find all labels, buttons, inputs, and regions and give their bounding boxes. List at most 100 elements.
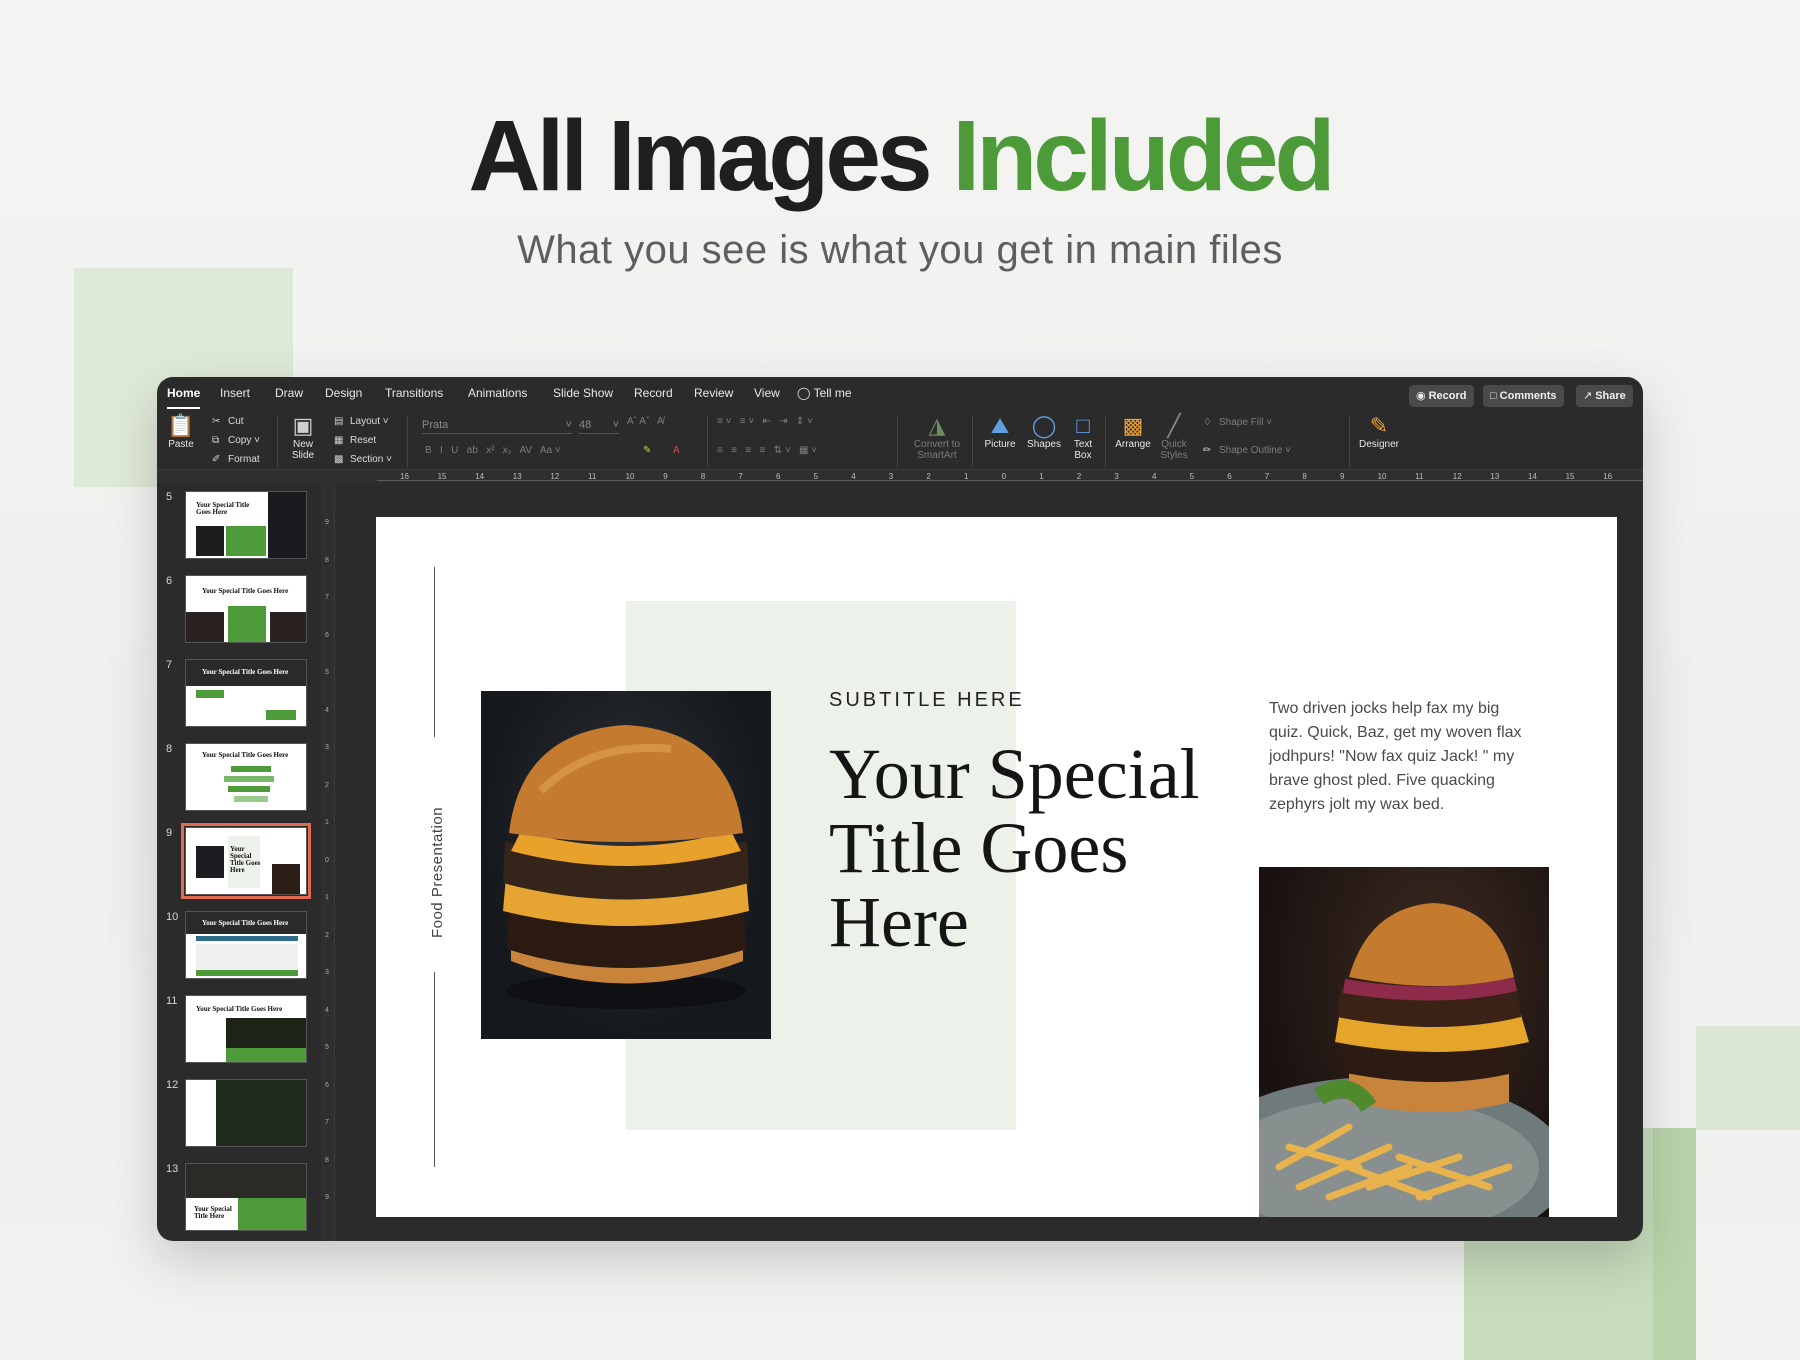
arrange-icon: ▩ (1122, 413, 1144, 438)
shape-fill-button[interactable]: ♢ Shape Fill ˅ (1203, 417, 1272, 428)
tell-me-label: Tell me (813, 386, 852, 400)
burger-photo[interactable] (481, 691, 771, 1039)
ruler-tick-label: 15 (1565, 472, 1575, 481)
ruler-tick-label: 1 (964, 472, 969, 481)
thumb-image (268, 492, 306, 558)
ruler-tick-label: 2 (1076, 472, 1082, 481)
share-icon: ↗ (1583, 390, 1593, 402)
new-slide-label-2: Slide (291, 450, 315, 461)
slide-thumbnail-9[interactable]: Your Special Title Goes Here (181, 823, 311, 899)
shapes-button[interactable]: ◯ Shapes (1023, 413, 1065, 450)
ruler-tick-label: 3 (888, 472, 894, 481)
thumb-number: 10 (166, 911, 179, 923)
record-button[interactable]: ◉ Record (1409, 385, 1474, 407)
cut-button[interactable]: ✂ Cut (212, 416, 244, 427)
ruler-tick-label: 16 (1603, 472, 1613, 481)
shape-outline-button[interactable]: ✏ Shape Outline ˅ (1203, 445, 1291, 456)
tab-record[interactable]: Record (634, 386, 673, 400)
format-painter-button[interactable]: ✐ Format (212, 454, 260, 465)
thumb-block (238, 1198, 306, 1230)
paste-label: Paste (168, 439, 194, 450)
ruler-tick-label: 11 (1415, 472, 1424, 481)
ribbon-divider (897, 415, 898, 467)
slide-thumbnail-12[interactable] (185, 1079, 307, 1147)
ruler-tick-label: 1 (1039, 472, 1044, 481)
thumb-title: Your Special Title Goes Here (196, 501, 250, 516)
ruler-tick-label: 12 (1452, 472, 1462, 481)
slide-thumbnail-5[interactable]: Your Special Title Goes Here (185, 491, 307, 559)
copy-icon: ⧉ (212, 435, 220, 446)
vruler-tick-label: 6 (325, 1081, 329, 1089)
layout-button[interactable]: ▤ Layout ˅ (334, 416, 389, 427)
slide-thumbnail-11[interactable]: Your Special Title Goes Here (185, 995, 307, 1063)
thumb-block (196, 970, 298, 976)
share-button[interactable]: ↗ Share (1576, 385, 1633, 407)
picture-button[interactable]: ⛰ Picture (979, 413, 1021, 450)
active-tab-indicator (167, 407, 200, 409)
vruler-tick-label: 3 (325, 969, 329, 976)
ribbon-divider (407, 415, 408, 467)
alignment-controls[interactable]: ≡ ≡ ≡ ≡ ⇅ ˅ ▦ ˅ (717, 445, 817, 456)
thumb-block (196, 944, 298, 970)
font-size-select[interactable]: 48 ˅ (579, 416, 619, 434)
slide-canvas[interactable]: Food Presentation SUBTITLE HERE Your Spe… (376, 517, 1617, 1217)
vruler-tick-label: 9 (325, 1194, 329, 1201)
ruler-tick-label: 15 (437, 472, 447, 481)
tell-me[interactable]: ◯ Tell me (797, 386, 852, 400)
ruler-tick-label: 4 (851, 472, 856, 481)
ribbon-divider (1349, 415, 1350, 467)
copy-button[interactable]: ⧉ Copy ˅ (212, 435, 260, 446)
designer-button[interactable]: ✎ Designer (1357, 413, 1401, 450)
vruler-tick-label: 4 (325, 1006, 329, 1014)
tab-view[interactable]: View (754, 386, 780, 400)
ribbon-divider (707, 415, 708, 467)
text-box-button[interactable]: □ Text Box (1067, 413, 1099, 461)
slide-subtitle[interactable]: SUBTITLE HERE (829, 689, 1025, 712)
reset-button[interactable]: ▦ Reset (334, 435, 376, 446)
slide-thumbnail-13[interactable]: Your Special Title Here (185, 1163, 307, 1231)
font-size-controls[interactable]: Aˆ Aˇ A̸ (627, 416, 664, 427)
tab-review[interactable]: Review (694, 386, 733, 400)
slide-title[interactable]: Your Special Title Goes Here (829, 737, 1229, 959)
convert-smartart-button[interactable]: ◮ Convert to SmartArt (907, 413, 967, 461)
thumb-block (228, 606, 266, 642)
tab-animations[interactable]: Animations (468, 386, 527, 400)
designer-label: Designer (1358, 439, 1400, 450)
tab-slide-show[interactable]: Slide Show (553, 386, 613, 400)
slide-thumbnail-6[interactable]: Your Special Title Goes Here (185, 575, 307, 643)
arrange-label: Arrange (1115, 439, 1151, 450)
comments-button[interactable]: □ Comments (1483, 385, 1564, 407)
slide-thumbnail-10[interactable]: Your Special Title Goes Here (185, 911, 307, 979)
slide-body-text[interactable]: Two driven jocks help fax my big quiz. Q… (1269, 697, 1524, 817)
tab-transitions[interactable]: Transitions (385, 386, 443, 400)
ruler-tick-label: 5 (813, 472, 819, 481)
thumb-number: 11 (166, 995, 178, 1007)
quick-styles-button[interactable]: ╱ Quick Styles (1157, 413, 1191, 461)
paste-button[interactable]: 📋 Paste (165, 413, 197, 450)
new-slide-button[interactable]: ▣ New Slide (287, 413, 319, 461)
font-style-controls[interactable]: B I U ab x² x₂ AV Aa ˅ (425, 445, 561, 456)
ribbon-divider (1105, 415, 1106, 467)
tab-design[interactable]: Design (325, 386, 362, 400)
font-color-icon[interactable]: A (673, 445, 680, 456)
section-button[interactable]: ▩ Section ˅ (334, 454, 392, 465)
slide-thumbnails-panel[interactable]: 5 Your Special Title Goes Here 6 Your Sp… (157, 483, 317, 1241)
vruler-tick-label: 0 (325, 856, 329, 864)
tab-home[interactable]: Home (167, 386, 200, 400)
ruler-tick-label: 6 (776, 472, 781, 481)
vruler-tick-label: 7 (325, 594, 329, 601)
list-controls[interactable]: ≡ ˅ ≡ ˅ ⇤ ⇥ ⇕ ˅ (717, 416, 813, 427)
ruler-tick-label: 9 (663, 472, 668, 481)
burger-with-fries-photo[interactable] (1259, 867, 1549, 1217)
vruler-tick-label: 3 (325, 744, 329, 751)
font-name-select[interactable]: Prata ˅ (422, 416, 572, 434)
tab-insert[interactable]: Insert (220, 386, 250, 400)
highlight-icon[interactable]: ✎ (643, 445, 651, 456)
slide-thumbnail-7[interactable]: Your Special Title Goes Here (185, 659, 307, 727)
arrange-button[interactable]: ▩ Arrange (1112, 413, 1154, 450)
tab-draw[interactable]: Draw (275, 386, 303, 400)
slide-thumbnail-8[interactable]: Your Special Title Goes Here (185, 743, 307, 811)
thumb-title: Your Special Title Goes Here (202, 668, 289, 676)
slide-vertical-label: Food Presentation (408, 797, 468, 947)
vruler-tick-label: 9 (325, 519, 329, 526)
